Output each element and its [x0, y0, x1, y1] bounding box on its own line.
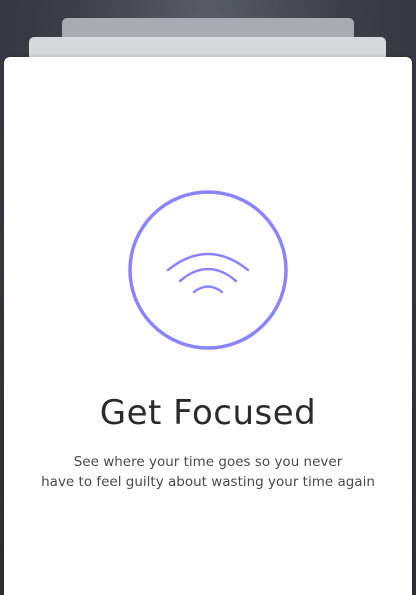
wifi-signal-icon — [128, 190, 288, 350]
description-line-2: have to feel guilty about wasting your t… — [41, 474, 375, 490]
page-title: Get Focused — [99, 393, 317, 433]
onboarding-card: Get Focused See where your time goes so … — [4, 57, 412, 595]
description-line-1: See where your time goes so you never — [73, 454, 343, 470]
description-text: See where your time goes so you never ha… — [14, 452, 402, 492]
